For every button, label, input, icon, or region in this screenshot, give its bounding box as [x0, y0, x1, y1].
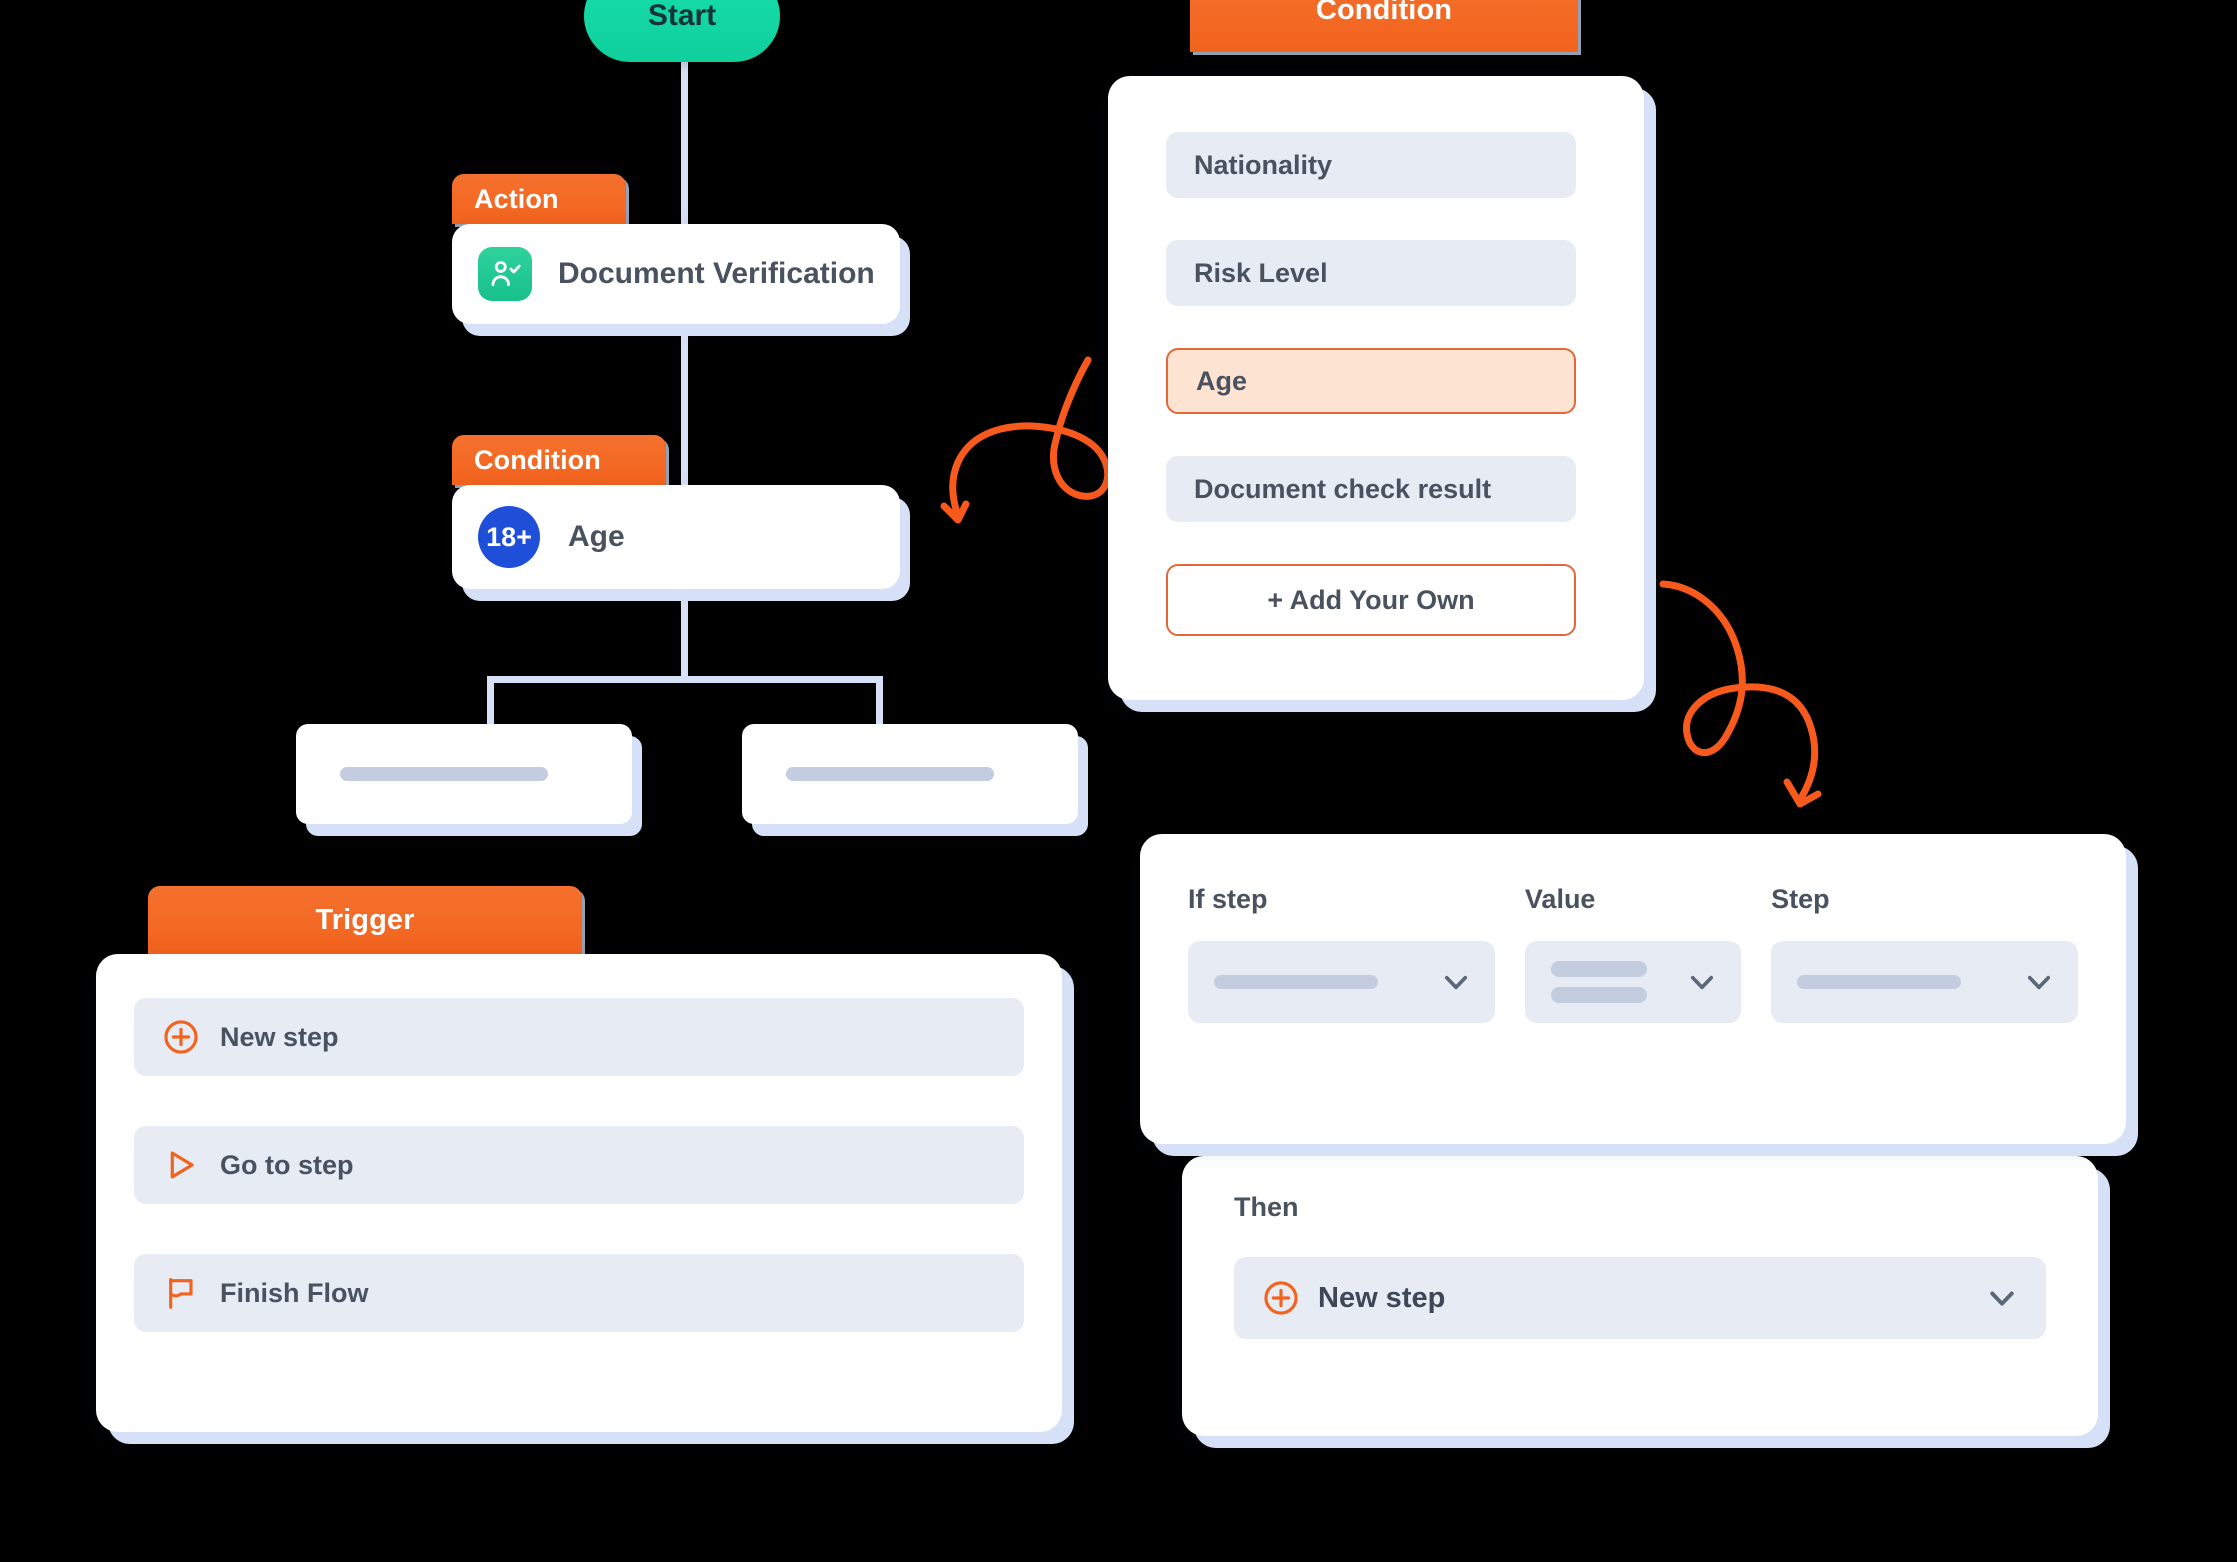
- condition-panel-tab: Condition: [1190, 0, 1578, 52]
- chevron-down-icon[interactable]: [1984, 1280, 2020, 1316]
- condition-option-label: Age: [1196, 365, 1248, 396]
- value-dropdown[interactable]: [1524, 941, 1742, 1023]
- plus-circle-icon: [162, 1018, 200, 1056]
- then-new-step-label: New step: [1318, 1281, 1446, 1314]
- condition-option-document-check-result[interactable]: Document check result: [1166, 456, 1576, 522]
- flag-icon: [162, 1274, 200, 1312]
- action-node-tab-label: Action: [474, 183, 559, 214]
- then-panel: Then New step: [1182, 1156, 2098, 1436]
- hand-drawn-arrow-right: [1659, 580, 1822, 808]
- trigger-panel-tab: Trigger: [148, 886, 582, 954]
- step-label: Step: [1771, 884, 1830, 914]
- branch-placeholder-bar: [786, 767, 994, 781]
- trigger-panel: New step Go to step Finish Flow: [96, 954, 1062, 1432]
- if-step-field: If step: [1188, 884, 1495, 1023]
- condition-option-label: Risk Level: [1194, 257, 1328, 288]
- then-new-step-dropdown[interactable]: New step: [1234, 1257, 2046, 1339]
- trigger-panel-tab-label: Trigger: [315, 903, 415, 936]
- age-badge-label: 18+: [486, 521, 532, 552]
- rule-panel: If step Value Step: [1140, 834, 2126, 1144]
- step-dropdown[interactable]: [1771, 941, 2078, 1023]
- condition-node-card[interactable]: 18+ Age: [452, 485, 900, 589]
- workflow-builder-canvas: Start Action Document Verification Condi…: [0, 0, 2237, 1562]
- connector-condition-to-branch-stem: [681, 600, 688, 680]
- condition-option-label: Document check result: [1194, 473, 1492, 504]
- condition-option-age[interactable]: Age: [1166, 348, 1576, 414]
- step-value-placeholder: [1797, 975, 1962, 989]
- start-node[interactable]: Start: [584, 0, 780, 62]
- condition-option-nationality[interactable]: Nationality: [1166, 132, 1576, 198]
- add-your-own-button[interactable]: + Add Your Own: [1166, 564, 1576, 636]
- condition-panel-tab-label: Condition: [1315, 0, 1453, 26]
- age-18plus-badge: 18+: [478, 506, 540, 568]
- value-label: Value: [1524, 884, 1596, 914]
- trigger-item-go-to-step[interactable]: Go to step: [134, 1126, 1024, 1204]
- value-placeholder: [1550, 961, 1647, 1003]
- value-field: Value: [1524, 884, 1742, 1023]
- user-check-icon: [478, 247, 532, 301]
- chevron-down-icon[interactable]: [2022, 965, 2056, 999]
- trigger-item-new-step[interactable]: New step: [134, 998, 1024, 1076]
- start-node-label: Start: [647, 0, 717, 32]
- condition-panel: Nationality Risk Level Age Document chec…: [1108, 76, 1644, 700]
- condition-node-label: Age: [568, 520, 625, 553]
- chevron-down-icon[interactable]: [1439, 965, 1473, 999]
- condition-node-tab: Condition: [452, 435, 666, 485]
- condition-option-risk-level[interactable]: Risk Level: [1166, 240, 1576, 306]
- condition-option-label: Nationality: [1194, 149, 1333, 180]
- connector-branch-horizontal: [487, 676, 883, 683]
- chevron-down-icon[interactable]: [1685, 965, 1719, 999]
- play-triangle-icon: [162, 1146, 200, 1184]
- add-your-own-label: + Add Your Own: [1267, 584, 1475, 615]
- action-node-tab: Action: [452, 174, 626, 224]
- action-node-card[interactable]: Document Verification: [452, 224, 900, 324]
- if-step-dropdown[interactable]: [1188, 941, 1495, 1023]
- plus-circle-icon: [1262, 1279, 1300, 1317]
- trigger-item-finish-flow[interactable]: Finish Flow: [134, 1254, 1024, 1332]
- condition-node-tab-label: Condition: [474, 444, 601, 475]
- trigger-item-label: New step: [220, 1021, 339, 1052]
- action-node-label: Document Verification: [558, 257, 875, 290]
- branch-placeholder-bar: [340, 767, 548, 781]
- if-step-value-placeholder: [1214, 975, 1378, 989]
- step-field: Step: [1771, 884, 2078, 1023]
- branch-placeholder-left[interactable]: [296, 724, 632, 824]
- if-step-label: If step: [1188, 884, 1268, 914]
- branch-placeholder-right[interactable]: [742, 724, 1078, 824]
- trigger-item-label: Go to step: [220, 1149, 354, 1180]
- then-label: Then: [1234, 1192, 1299, 1222]
- trigger-item-label: Finish Flow: [220, 1277, 369, 1308]
